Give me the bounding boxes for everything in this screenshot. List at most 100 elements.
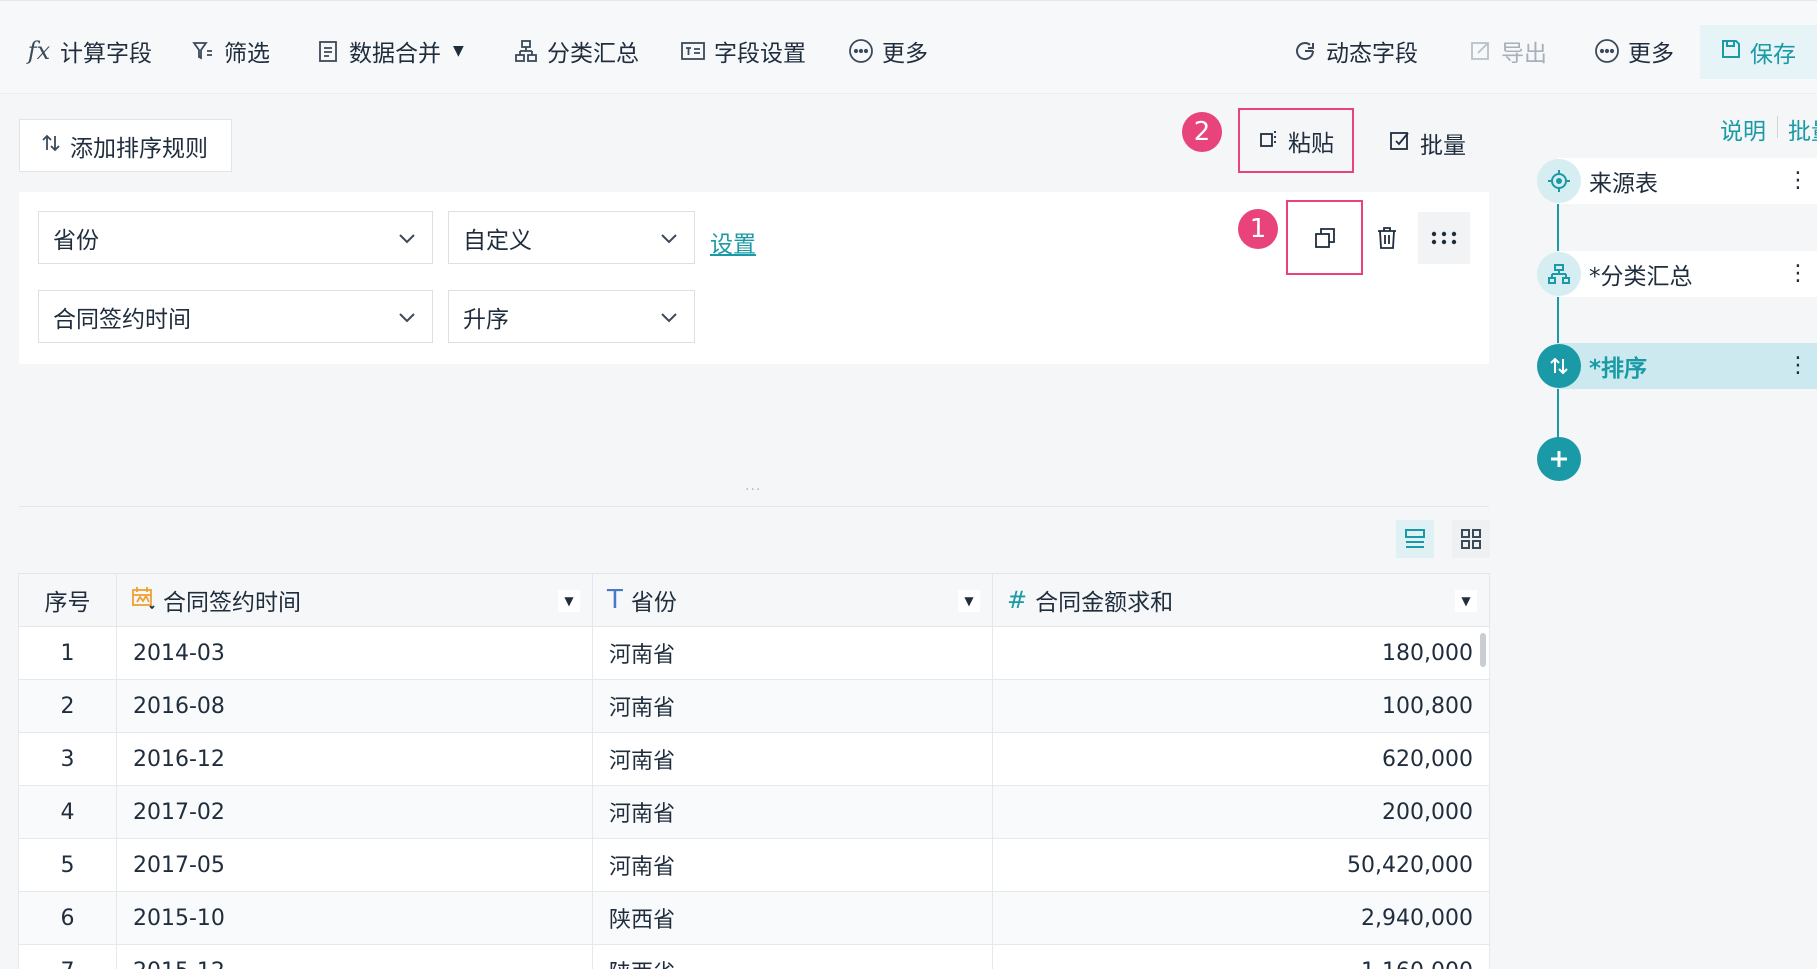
- row-amount: 50,420,000: [992, 838, 1490, 892]
- row-index: 3: [18, 732, 117, 786]
- row-index: 5: [18, 838, 117, 892]
- data-merge-label: 数据合并: [349, 41, 441, 67]
- rule-1-field-select[interactable]: 省份: [38, 211, 433, 264]
- row-index: 7: [18, 944, 117, 969]
- rule-1-order-select[interactable]: 自定义: [448, 211, 695, 264]
- column-header-date-label: 合同签约时间: [163, 590, 301, 616]
- table-row: 6 2015-10 陕西省 2,940,000: [18, 891, 1490, 945]
- kebab-menu-icon[interactable]: ⋮: [1787, 353, 1809, 378]
- resize-handle[interactable]: ···: [745, 482, 761, 498]
- top-toolbar: fx 计算字段 筛选 数据合并 ▼ 分类汇总 字段设置 更多 动态字段 导出 更…: [0, 0, 1817, 94]
- export-label: 导出: [1501, 41, 1547, 67]
- plus-icon: [1551, 451, 1567, 467]
- add-flow-step-button[interactable]: [1537, 437, 1581, 481]
- delete-rules-button[interactable]: [1370, 218, 1404, 258]
- row-index: 4: [18, 785, 117, 839]
- row-amount: 620,000: [992, 732, 1490, 786]
- trash-icon: [1378, 227, 1396, 249]
- kebab-menu-icon[interactable]: ⋮: [1787, 168, 1809, 193]
- save-label: 保存: [1750, 42, 1796, 68]
- row-date: 2017-05: [116, 838, 593, 892]
- caret-down-icon: ▼: [453, 43, 464, 59]
- rule-2-order-value: 升序: [463, 306, 509, 333]
- row-amount: 2,940,000: [992, 891, 1490, 945]
- more-circle-icon: [1594, 38, 1620, 64]
- kebab-menu-icon[interactable]: ⋮: [1787, 261, 1809, 286]
- refresh-g-icon: [1292, 38, 1318, 64]
- flow-step-group-summary[interactable]: *分类汇总 ⋮: [1537, 251, 1817, 297]
- row-amount: 180,000: [992, 626, 1490, 680]
- crosshair-icon: [1537, 159, 1581, 203]
- add-sort-rule-button[interactable]: 添加排序规则: [19, 119, 232, 172]
- row-province: 河南省: [592, 785, 993, 839]
- panel-divider: [19, 506, 1489, 507]
- rule-2-field-select[interactable]: 合同签约时间: [38, 290, 433, 343]
- save-icon: [1720, 38, 1742, 66]
- flow-step-source-table[interactable]: 来源表 ⋮: [1537, 158, 1817, 204]
- copy-rules-button[interactable]: [1286, 200, 1363, 275]
- filter-label: 筛选: [224, 41, 270, 67]
- sort-arrows-icon: [40, 132, 62, 160]
- save-button[interactable]: 保存: [1700, 25, 1817, 79]
- column-header-amount[interactable]: # 合同金额求和 ▼: [992, 573, 1490, 627]
- row-date: 2014-03: [116, 626, 593, 680]
- column-header-province[interactable]: T 省份 ▼: [592, 573, 993, 627]
- rule-2-field-value: 合同签约时间: [53, 306, 191, 333]
- rules-more-button[interactable]: [1418, 212, 1470, 264]
- row-date: 2015-12: [116, 944, 593, 969]
- dynamic-field-button[interactable]: 动态字段: [1292, 31, 1418, 71]
- more-right-button[interactable]: 更多: [1594, 31, 1674, 71]
- rule-1-order-value: 自定义: [463, 227, 532, 254]
- row-date: 2016-12: [116, 732, 593, 786]
- step-badge-2: 2: [1182, 112, 1222, 152]
- table-scrollbar[interactable]: [1480, 633, 1486, 667]
- flow-batch-link[interactable]: 批量: [1788, 112, 1817, 146]
- export-button[interactable]: 导出: [1467, 31, 1547, 71]
- grid-view-button[interactable]: [1452, 520, 1490, 558]
- field-settings-icon: [680, 38, 706, 64]
- row-date: 2015-10: [116, 891, 593, 945]
- row-amount: 100,800: [992, 679, 1490, 733]
- flow-step-label: 来源表: [1589, 171, 1658, 197]
- column-header-date[interactable]: 合同签约时间 ▼: [116, 573, 593, 627]
- rule-2-order-select[interactable]: 升序: [448, 290, 695, 343]
- column-province-menu-icon[interactable]: ▼: [958, 590, 980, 612]
- column-amount-menu-icon[interactable]: ▼: [1455, 590, 1477, 612]
- chevron-down-icon: [661, 233, 677, 243]
- row-index: 2: [18, 679, 117, 733]
- row-index: 1: [18, 626, 117, 680]
- column-header-amount-label: 合同金额求和: [1035, 590, 1174, 616]
- paste-label: 粘贴: [1288, 130, 1334, 157]
- sort-arrows-icon: [1537, 344, 1581, 388]
- hierarchy-icon: [513, 38, 539, 64]
- row-province: 河南省: [592, 732, 993, 786]
- filter-button[interactable]: 筛选: [190, 31, 270, 71]
- table-row: 1 2014-03 河南省 180,000: [18, 626, 1490, 680]
- batch-button[interactable]: 批量: [1388, 126, 1466, 160]
- custom-order-settings-link[interactable]: 设置: [710, 225, 756, 259]
- field-settings-button[interactable]: 字段设置: [680, 31, 806, 71]
- date-type-icon: [131, 585, 155, 615]
- calc-field-button[interactable]: fx 计算字段: [26, 31, 152, 71]
- data-merge-button[interactable]: 数据合并 ▼: [315, 31, 464, 71]
- paste-button[interactable]: 粘贴: [1238, 108, 1354, 173]
- column-date-menu-icon[interactable]: ▼: [558, 590, 580, 612]
- copy-icon: [1314, 227, 1335, 248]
- flow-step-label: *排序: [1589, 356, 1648, 382]
- dots-grid-icon: [1431, 231, 1457, 245]
- explain-link[interactable]: 说明: [1720, 112, 1766, 146]
- more-right-label: 更多: [1628, 41, 1674, 67]
- more-left-button[interactable]: 更多: [848, 31, 928, 71]
- dynamic-field-label: 动态字段: [1326, 41, 1418, 67]
- row-date: 2017-02: [116, 785, 593, 839]
- rule-1-field-value: 省份: [53, 227, 99, 254]
- grid-view-icon: [1461, 529, 1481, 549]
- column-header-index[interactable]: 序号: [18, 573, 117, 627]
- table-row: 3 2016-12 河南省 620,000: [18, 732, 1490, 786]
- row-index: 6: [18, 891, 117, 945]
- flow-step-sort[interactable]: *排序 ⋮: [1537, 343, 1817, 389]
- function-icon: fx: [27, 37, 51, 65]
- list-view-button[interactable]: [1396, 520, 1434, 558]
- group-summary-button[interactable]: 分类汇总: [513, 31, 639, 71]
- table-row: 4 2017-02 河南省 200,000: [18, 785, 1490, 839]
